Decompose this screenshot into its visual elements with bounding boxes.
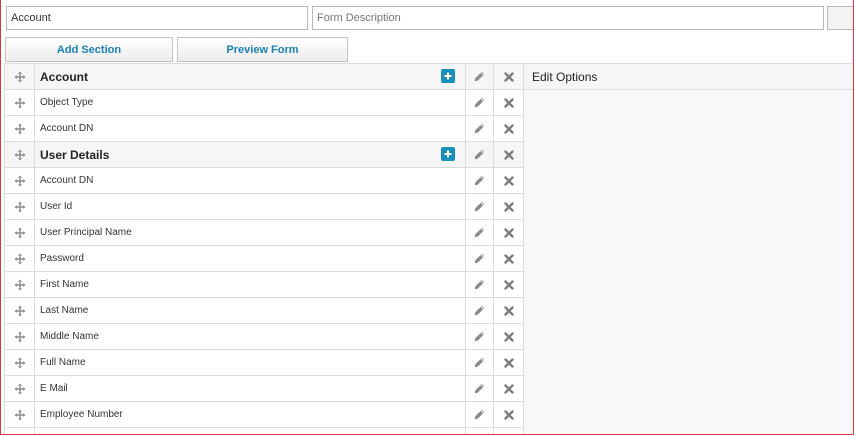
field-label: Object Type <box>40 97 94 108</box>
section-row[interactable]: Account <box>4 64 524 90</box>
field-label: First Name <box>40 279 89 290</box>
pencil-icon[interactable] <box>465 64 494 89</box>
field-row[interactable]: E Mail <box>4 376 524 402</box>
field-row[interactable] <box>4 428 524 434</box>
pencil-icon[interactable] <box>465 428 494 434</box>
field-row[interactable]: Full Name <box>4 350 524 376</box>
field-label: Password <box>40 253 84 264</box>
field-row[interactable]: Account DN <box>4 116 524 142</box>
pencil-icon[interactable] <box>465 402 494 427</box>
move-icon[interactable] <box>5 402 35 427</box>
plus-icon[interactable] <box>441 147 455 161</box>
field-label: Employee Number <box>40 409 123 420</box>
pencil-icon[interactable] <box>465 116 494 141</box>
pencil-icon[interactable] <box>465 142 494 167</box>
close-icon[interactable] <box>494 428 524 434</box>
move-icon[interactable] <box>5 428 35 434</box>
field-row[interactable]: Middle Name <box>4 324 524 350</box>
field-label: Last Name <box>40 305 89 316</box>
move-icon[interactable] <box>5 194 35 219</box>
field-row[interactable]: Object Type <box>4 90 524 116</box>
move-icon[interactable] <box>5 220 35 245</box>
pencil-icon[interactable] <box>465 298 494 323</box>
close-icon[interactable] <box>494 298 524 323</box>
move-icon[interactable] <box>5 64 35 89</box>
preview-form-button[interactable]: Preview Form <box>177 37 348 62</box>
close-icon[interactable] <box>494 350 524 375</box>
move-icon[interactable] <box>5 376 35 401</box>
move-icon[interactable] <box>5 142 35 167</box>
move-icon[interactable] <box>5 272 35 297</box>
edit-options-title: Edit Options <box>524 63 853 90</box>
close-icon[interactable] <box>494 194 524 219</box>
field-row[interactable]: Employee Number <box>4 402 524 428</box>
move-icon[interactable] <box>5 116 35 141</box>
pencil-icon[interactable] <box>465 168 494 193</box>
field-row[interactable]: User Principal Name <box>4 220 524 246</box>
field-label: Account DN <box>40 123 94 134</box>
pencil-icon[interactable] <box>465 324 494 349</box>
field-row[interactable]: First Name <box>4 272 524 298</box>
pencil-icon[interactable] <box>465 194 494 219</box>
field-label: Account DN <box>40 175 94 186</box>
field-label: Middle Name <box>40 331 99 342</box>
plus-icon[interactable] <box>441 69 455 83</box>
close-icon[interactable] <box>494 142 524 167</box>
pencil-icon[interactable] <box>465 350 494 375</box>
field-row[interactable]: Password <box>4 246 524 272</box>
move-icon[interactable] <box>5 246 35 271</box>
close-icon[interactable] <box>494 220 524 245</box>
move-icon[interactable] <box>5 350 35 375</box>
close-icon[interactable] <box>494 168 524 193</box>
move-icon[interactable] <box>5 324 35 349</box>
close-icon[interactable] <box>494 246 524 271</box>
field-label: E Mail <box>40 383 68 394</box>
form-builder: Add Section Preview Form Account Object T… <box>0 0 854 435</box>
close-icon[interactable] <box>494 376 524 401</box>
field-list: Account Object Type Account DN User Details… <box>4 63 524 434</box>
section-row[interactable]: User Details <box>4 142 524 168</box>
move-icon[interactable] <box>5 298 35 323</box>
pencil-icon[interactable] <box>465 376 494 401</box>
field-label: User Id <box>40 201 73 212</box>
pencil-icon[interactable] <box>465 90 494 115</box>
close-icon[interactable] <box>494 324 524 349</box>
close-icon[interactable] <box>494 402 524 427</box>
save-button[interactable] <box>827 6 853 30</box>
close-icon[interactable] <box>494 116 524 141</box>
edit-options-panel: Edit Options <box>523 63 853 434</box>
pencil-icon[interactable] <box>465 272 494 297</box>
field-label <box>35 428 465 434</box>
form-description-input[interactable] <box>312 6 824 30</box>
move-icon[interactable] <box>5 168 35 193</box>
close-icon[interactable] <box>494 90 524 115</box>
pencil-icon[interactable] <box>465 246 494 271</box>
pencil-icon[interactable] <box>465 220 494 245</box>
close-icon[interactable] <box>494 64 524 89</box>
move-icon[interactable] <box>5 90 35 115</box>
form-name-input[interactable] <box>6 6 308 30</box>
field-label: User Principal Name <box>40 227 132 238</box>
close-icon[interactable] <box>494 272 524 297</box>
field-label: Full Name <box>40 357 86 368</box>
field-row[interactable]: Last Name <box>4 298 524 324</box>
section-label: User Details <box>40 147 110 162</box>
field-row[interactable]: User Id <box>4 194 524 220</box>
field-row[interactable]: Account DN <box>4 168 524 194</box>
section-label: Account <box>40 69 88 84</box>
add-section-button[interactable]: Add Section <box>5 37 173 62</box>
